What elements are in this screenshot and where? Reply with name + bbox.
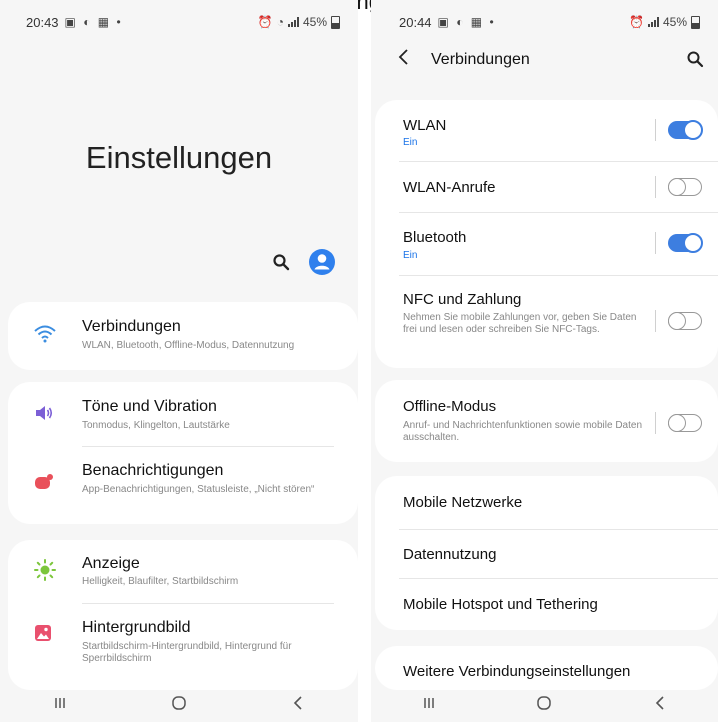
home-icon[interactable] [524, 695, 564, 711]
wallpaper-icon [34, 624, 52, 647]
divider [399, 578, 718, 579]
wlan-row[interactable]: WLAN Ein [375, 100, 718, 160]
notification-icon [34, 473, 54, 496]
wifi-status-icon: ◔ [276, 15, 284, 29]
card-offline: Offline-Modus Anruf- und Nachrichtenfunk… [375, 380, 718, 462]
navigation-bar [0, 684, 358, 722]
item-description: Anruf- und Nachrichtenfunktionen sowie m… [403, 420, 643, 443]
item-title: Bluetooth [403, 229, 467, 246]
item-status: Ein [403, 250, 418, 261]
card-sound-notifications: Töne und Vibration Tonmodus, Klingelton,… [8, 382, 358, 524]
separator [655, 232, 656, 254]
search-icon[interactable] [686, 50, 704, 73]
separator [655, 412, 656, 434]
back-icon[interactable] [397, 48, 409, 72]
battery-icon [691, 15, 700, 29]
battery-icon [331, 15, 340, 29]
alarm-icon: ⏰ [629, 15, 644, 29]
data-usage-item[interactable]: Datennutzung [403, 546, 496, 563]
item-title: Benachrichtigungen [82, 462, 224, 479]
item-title: Offline-Modus [403, 398, 497, 415]
bluetooth-row[interactable]: Bluetooth Ein [375, 213, 718, 275]
card-connections: Verbindungen WLAN, Bluetooth, Offline-Mo… [8, 302, 358, 370]
wifi-icon [34, 324, 56, 349]
settings-item-toene[interactable]: Töne und Vibration Tonmodus, Klingelton,… [8, 382, 358, 446]
battery-level: 45% [302, 15, 327, 29]
status-time: 20:44 [399, 14, 432, 30]
header-bar: Verbindungen [371, 48, 718, 74]
item-title: Anzeige [82, 555, 140, 572]
notification-icons: ▣ ◐ ▦ • [64, 15, 123, 29]
item-title: WLAN-Anrufe [403, 179, 496, 196]
status-time: 20:43 [26, 14, 59, 30]
item-description: Nehmen Sie mobile Zahlungen vor, geben S… [403, 312, 637, 335]
home-icon[interactable] [159, 695, 199, 711]
item-subtitle: App-Benachrichtigungen, Statusleiste, „N… [82, 484, 315, 495]
item-title: Töne und Vibration [82, 398, 217, 415]
connections-screen: 20:44 ▣ ◐ ▦ • ⏰ 45% Verbindungen WLAN Ei… [371, 0, 718, 722]
recent-apps-icon[interactable] [40, 696, 80, 710]
card-mobile: Mobile Netzwerke Datennutzung Mobile Hot… [375, 476, 718, 630]
item-title: NFC und Zahlung [403, 291, 522, 308]
separator [655, 176, 656, 198]
notification-icons: ▣ ◐ ▦ • [437, 15, 496, 29]
recent-apps-icon[interactable] [409, 696, 449, 710]
speaker-icon [34, 404, 54, 427]
item-title: Hintergrundbild [82, 619, 191, 636]
card-wireless: WLAN Ein WLAN-Anrufe Bluetooth Ein NFC u… [375, 100, 718, 368]
page-title: Verbindungen [431, 51, 530, 68]
bluetooth-toggle[interactable] [668, 233, 703, 253]
settings-screen: 20:43 ▣ ◐ ▦ • ⏰ ◔ 45% Einstellungen Verb… [0, 0, 358, 722]
wlan-calls-row[interactable]: WLAN-Anrufe [375, 162, 718, 212]
item-title: WLAN [403, 117, 447, 134]
item-subtitle: Tonmodus, Klingelton, Lautstärke [82, 420, 230, 431]
separator [655, 310, 656, 332]
item-status: Ein [403, 137, 418, 148]
wlan-calls-toggle[interactable] [667, 177, 702, 196]
offline-mode-row[interactable]: Offline-Modus Anruf- und Nachrichtenfunk… [375, 380, 718, 462]
offline-mode-toggle[interactable] [667, 413, 702, 432]
battery-level: 45% [662, 15, 687, 29]
divider [399, 529, 718, 530]
hotspot-tethering-item[interactable]: Mobile Hotspot und Tethering [403, 596, 598, 613]
item-subtitle: Startbildschirm-Hintergrundbild, Hinterg… [82, 641, 292, 664]
wlan-toggle[interactable] [668, 120, 703, 140]
item-subtitle: WLAN, Bluetooth, Offline-Modus, Datennut… [82, 340, 295, 351]
mobile-networks-item[interactable]: Mobile Netzwerke [403, 494, 522, 511]
navigation-bar [371, 684, 718, 722]
status-bar: 20:44 ▣ ◐ ▦ • ⏰ 45% [371, 10, 718, 34]
profile-icon[interactable] [308, 248, 336, 281]
item-subtitle: Helligkeit, Blaufilter, Startbildschirm [82, 576, 239, 587]
settings-item-anzeige[interactable]: Anzeige Helligkeit, Blaufilter, Startbil… [8, 540, 358, 603]
settings-item-verbindungen[interactable]: Verbindungen WLAN, Bluetooth, Offline-Mo… [8, 302, 358, 370]
search-icon[interactable] [272, 253, 290, 276]
more-connection-settings-item[interactable]: Weitere Verbindungseinstellungen [403, 663, 630, 680]
status-bar: 20:43 ▣ ◐ ▦ • ⏰ ◔ 45% [0, 10, 358, 34]
separator [655, 119, 656, 141]
nfc-row[interactable]: NFC und Zahlung Nehmen Sie mobile Zahlun… [375, 276, 718, 368]
settings-item-hintergrundbild[interactable]: Hintergrundbild Startbildschirm-Hintergr… [8, 604, 358, 684]
nfc-toggle[interactable] [667, 311, 702, 330]
signal-icon [287, 17, 299, 27]
page-title: Einstellungen [85, 140, 273, 175]
back-nav-icon[interactable] [278, 696, 318, 710]
back-nav-icon[interactable] [640, 696, 680, 710]
item-title: Verbindungen [82, 318, 181, 335]
sun-icon [34, 559, 56, 586]
settings-item-benachrichtigungen[interactable]: Benachrichtigungen App-Benachrichtigunge… [8, 447, 358, 524]
alarm-icon: ⏰ [257, 15, 273, 29]
card-display: Anzeige Helligkeit, Blaufilter, Startbil… [8, 540, 358, 690]
signal-icon [647, 17, 659, 27]
